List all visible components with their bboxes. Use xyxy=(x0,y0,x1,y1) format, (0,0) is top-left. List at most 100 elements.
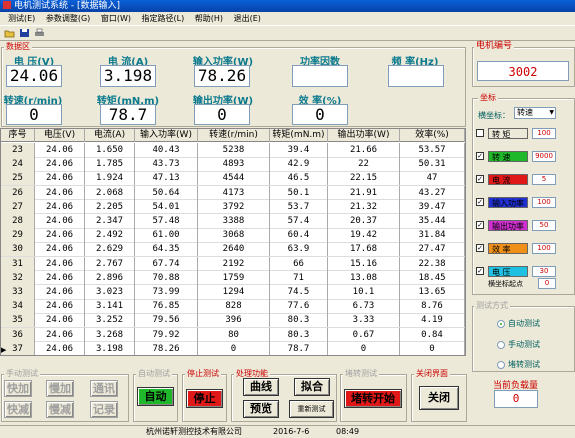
table-row[interactable]: 32 24.06 2.896 70.88 1759 71 13.08 18.45 xyxy=(1,270,465,286)
table-cell: 4544 xyxy=(198,171,270,186)
table-cell: 21.32 xyxy=(328,199,400,214)
curve-button[interactable]: 曲线 xyxy=(243,378,279,396)
table-cell: 47 xyxy=(400,171,465,186)
table-cell: 43.27 xyxy=(400,185,465,200)
save-icon[interactable] xyxy=(18,27,31,39)
table-cell: 18.45 xyxy=(400,270,465,285)
coord-scale-input[interactable]: 30 xyxy=(532,266,556,277)
table-row[interactable]: 24 24.06 1.785 43.73 4893 42.9 22 50.31 xyxy=(1,157,465,172)
menu-exit[interactable]: 退出(E) xyxy=(234,14,261,23)
fast-add-button[interactable]: 快加 xyxy=(4,380,32,397)
slow-sub-button[interactable]: 慢减 xyxy=(46,401,74,418)
efficiency-value: 0 xyxy=(292,104,348,125)
coord-checkbox[interactable]: ✓ xyxy=(476,221,484,229)
fit-button[interactable]: 拟合 xyxy=(294,378,330,396)
output-power-value: 0 xyxy=(194,104,250,125)
abscissa-select[interactable]: 转速 ▼ xyxy=(514,107,556,119)
retest-button[interactable]: 重新测试 xyxy=(289,400,334,418)
table-cell: 78.26 xyxy=(135,341,198,355)
table-row[interactable]: 37 24.06 3.198 78.26 0 78.7 0 0 xyxy=(1,341,465,355)
coord-scale-input[interactable]: 100 xyxy=(532,197,556,208)
coord-checkbox[interactable]: ✓ xyxy=(476,267,484,275)
table-cell: 27.47 xyxy=(400,242,465,257)
table-row[interactable]: 27 24.06 2.205 54.01 3792 53.7 21.32 39.47 xyxy=(1,199,465,215)
menu-test[interactable]: 测试(E) xyxy=(8,14,35,23)
motor-number-value[interactable]: 3002 xyxy=(477,61,569,81)
table-cell: 2.896 xyxy=(85,270,135,285)
table-cell: 1.785 xyxy=(85,157,135,172)
table-cell: 396 xyxy=(198,313,270,328)
coord-scale-input[interactable]: 9000 xyxy=(532,151,556,162)
coord-checkbox[interactable]: ✓ xyxy=(476,152,484,160)
coord-scale-input[interactable]: 100 xyxy=(532,128,556,139)
table-cell: 39.47 xyxy=(400,199,465,214)
slow-add-button[interactable]: 慢加 xyxy=(46,380,74,397)
table-cell: 80.3 xyxy=(270,327,328,342)
table-cell: 3.252 xyxy=(85,313,135,328)
open-folder-icon[interactable] xyxy=(3,27,16,39)
table-cell: 22.15 xyxy=(328,171,400,186)
table-cell: 32 xyxy=(1,270,35,285)
print-icon[interactable] xyxy=(33,27,46,39)
menu-help[interactable]: 帮助(H) xyxy=(195,14,223,23)
coord-scale-input[interactable]: 100 xyxy=(532,243,556,254)
table-cell: 24.06 xyxy=(35,341,85,355)
table-cell: 57.48 xyxy=(135,214,198,228)
table-row[interactable]: 34 24.06 3.141 76.85 828 77.6 6.73 8.76 xyxy=(1,299,465,314)
table-row[interactable]: 26 24.06 2.068 50.64 4173 50.1 21.91 43.27 xyxy=(1,185,465,201)
stall-start-button[interactable]: 堵转开始 xyxy=(344,389,402,408)
coord-checkbox[interactable]: ✓ xyxy=(476,198,484,206)
coord-checkbox[interactable] xyxy=(476,129,484,137)
table-row[interactable]: 28 24.06 2.347 57.48 3388 57.4 20.37 35.44 xyxy=(1,214,465,229)
table-cell: 54.01 xyxy=(135,199,198,214)
table-cell: 27 xyxy=(1,199,35,214)
stop-button[interactable]: 停止 xyxy=(186,389,223,408)
table-cell: 1294 xyxy=(198,285,270,299)
table-cell: 30 xyxy=(1,242,35,257)
table-row[interactable]: 35 24.06 3.252 79.56 396 80.3 3.33 4.19 xyxy=(1,313,465,328)
record-button[interactable]: 记录 xyxy=(90,401,118,418)
table-cell: 2.492 xyxy=(85,228,135,243)
table-cell: 4.19 xyxy=(400,313,465,328)
coord-checkbox[interactable]: ✓ xyxy=(476,244,484,252)
table-cell: 20.37 xyxy=(328,214,400,228)
table-cell: 0 xyxy=(328,341,400,355)
radio-stall-test[interactable] xyxy=(497,361,505,369)
table-cell: 24.06 xyxy=(35,214,85,228)
table-row[interactable]: 23 24.06 1.650 40.43 5238 39.4 21.66 53.57 xyxy=(1,143,465,158)
auto-button[interactable]: 自动 xyxy=(137,387,174,406)
chevron-down-icon: ▼ xyxy=(549,109,554,116)
preview-button[interactable]: 预览 xyxy=(243,400,279,418)
test-mode-title: 测试方式 xyxy=(474,301,510,311)
coord-checkbox[interactable]: ✓ xyxy=(476,175,484,183)
table-row[interactable]: 33 24.06 3.023 73.99 1294 74.5 10.1 13.65 xyxy=(1,285,465,300)
table-row[interactable]: 31 24.06 2.767 67.74 2192 66 15.16 22.38 xyxy=(1,256,465,272)
coord-series-label: 电 流 xyxy=(488,174,528,185)
table-cell: 67.74 xyxy=(135,256,198,271)
coord-scale-input[interactable]: 5 xyxy=(532,174,556,185)
frequency-value xyxy=(388,65,444,87)
coord-series-label: 电 压 xyxy=(488,266,528,277)
table-cell: 50.1 xyxy=(270,185,328,200)
table-cell: 35.44 xyxy=(400,214,465,228)
app-icon xyxy=(3,1,11,9)
table-row[interactable]: 36 24.06 3.268 79.92 80 80.3 0.67 0.84 xyxy=(1,327,465,343)
data-table[interactable]: 序号 电压(V) 电流(A) 输入功率(W) 转速(r/min) 转矩(mN.m… xyxy=(0,128,466,356)
origin-value[interactable]: 0 xyxy=(538,278,556,289)
table-row[interactable]: 30 24.06 2.629 64.35 2640 63.9 17.68 27.47 xyxy=(1,242,465,257)
table-cell: 0.67 xyxy=(328,327,400,342)
radio-manual-test[interactable] xyxy=(497,341,505,349)
table-row[interactable]: 25 24.06 1.924 47.13 4544 46.5 22.15 47 xyxy=(1,171,465,186)
fast-sub-button[interactable]: 快减 xyxy=(4,401,32,418)
menu-path[interactable]: 指定路径(L) xyxy=(142,14,185,23)
table-cell: 1759 xyxy=(198,270,270,285)
coord-scale-input[interactable]: 50 xyxy=(532,220,556,231)
radio-auto-test[interactable] xyxy=(497,320,505,328)
table-cell: 39.4 xyxy=(270,143,328,157)
menu-params[interactable]: 参数调整(G) xyxy=(46,14,90,23)
menu-window[interactable]: 窗口(W) xyxy=(101,14,131,23)
table-row[interactable]: 29 24.06 2.492 61.00 3068 60.4 19.42 31.84 xyxy=(1,228,465,243)
close-button[interactable]: 关闭 xyxy=(419,386,459,410)
title-bar: 电机测试系统 - [数据输入] xyxy=(0,0,575,12)
comm-button[interactable]: 通讯 xyxy=(90,380,118,397)
